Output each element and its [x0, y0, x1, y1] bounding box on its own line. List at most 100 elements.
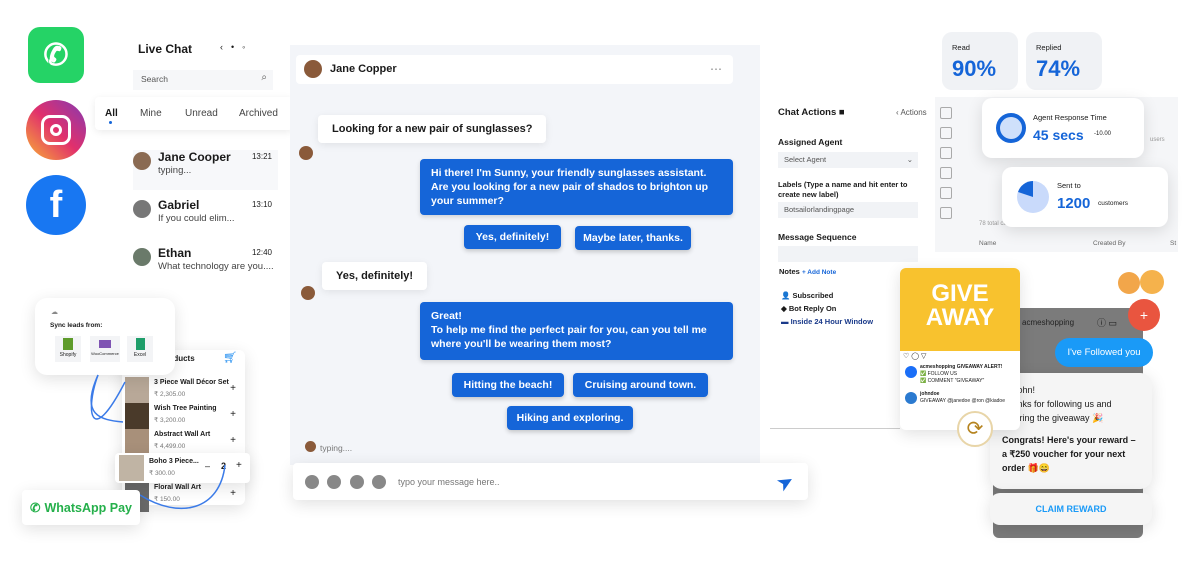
ig-header-icons: ⓘ ▭ [1097, 318, 1118, 328]
agent-select[interactable]: Select Agent ⌄ [778, 152, 918, 168]
divider [770, 428, 900, 429]
sidebar-icon [940, 207, 952, 219]
response-time-card: Agent Response Time 45 secs -10.00 [982, 98, 1144, 158]
preview: typing... [158, 165, 192, 176]
avatar [133, 200, 151, 218]
tab-unread[interactable]: Unread [185, 108, 218, 119]
sequence-input[interactable] [778, 246, 918, 262]
follow-icon [1140, 270, 1164, 294]
facebook-icon: f [26, 175, 86, 235]
search-icon[interactable]: ⌕ [261, 72, 267, 83]
follow-icon: + [1128, 299, 1160, 331]
instagram-icon [26, 100, 86, 160]
shopify-icon: Shopify [55, 336, 81, 362]
actions-back-button[interactable]: ‹ Actions [896, 108, 927, 117]
labels-label: Labels (Type a name and hit enter to cre… [778, 180, 908, 199]
live-chat-title: Live Chat [138, 42, 193, 56]
message-composer [293, 463, 808, 500]
list-item[interactable]: Ethan 12:40 What technology are you.... [133, 246, 278, 286]
list-item[interactable]: Gabriel 13:10 If you could elim... [133, 198, 278, 238]
avatar [133, 248, 151, 266]
avatar [133, 152, 151, 170]
dashboard-text: St [1170, 240, 1177, 247]
tab-all[interactable]: All [105, 108, 118, 119]
add-note-link[interactable]: + Add Note [802, 269, 836, 276]
excel-icon: Excel [127, 336, 153, 362]
user-message: Yes, definitely! [322, 262, 428, 290]
whatsapp-pay-badge: ✆ WhatsApp Pay [22, 490, 140, 525]
claim-reward-button[interactable]: CLAIM REWARD [990, 493, 1152, 525]
search-placeholder: Search [141, 74, 168, 84]
dashboard-text: Created By [1093, 240, 1126, 247]
sidebar-icon [940, 187, 952, 199]
user-message: Looking for a new pair of sunglasses? [318, 115, 547, 143]
avatar [305, 441, 316, 452]
woocommerce-icon: WooCommerce [90, 336, 120, 362]
pie-icon [1017, 181, 1049, 213]
follow-icon [1118, 272, 1140, 294]
timestamp: 13:10 [251, 200, 272, 209]
quick-reply-button[interactable]: Hiking and exploring. [507, 406, 633, 430]
chevron-down-icon: ⌄ [906, 155, 913, 164]
giveaway-post: GIVE AWAY ♡ ◯ ▽ acmeshopping GIVEAWAY ALE… [900, 268, 1020, 430]
contact-name: Jane Cooper [158, 150, 231, 164]
whatsapp-icon: ✆ [28, 27, 84, 83]
alarm-clock-icon [996, 113, 1026, 143]
notes-label: Notes + Add Note [779, 267, 837, 276]
chat-area [290, 45, 760, 465]
cart-icon[interactable]: 🛒︎ [223, 351, 237, 364]
timestamp: 12:40 [251, 248, 272, 257]
avatar [299, 146, 313, 160]
label-input[interactable]: Botsailorlandingpage [778, 202, 918, 218]
contact-name: Ethan [158, 246, 192, 260]
bot-message: Hi there! I'm Sunny, your friendly sungl… [420, 159, 733, 215]
sync-card: ☁ Sync leads from: Shopify WooCommerce E… [35, 298, 175, 375]
list-item[interactable]: Jane Cooper 13:21 typing... [133, 150, 278, 190]
preview: If you could elim... [158, 213, 235, 224]
status-subscribed: 👤 Subscribed [781, 291, 834, 300]
more-icon[interactable]: ⋯ [710, 62, 722, 76]
sent-to-card: Sent to 1200 customers [1002, 167, 1168, 227]
attachment-icon[interactable] [327, 475, 341, 489]
preview: What technology are you.... [158, 261, 274, 272]
whatsapp-icon: ✆ [30, 501, 41, 515]
typing-indicator: typing.... [320, 443, 353, 453]
chat-actions-title: Chat Actions ■ [778, 107, 845, 118]
quick-reply-button[interactable]: Cruising around town. [573, 373, 708, 397]
chat-contact-name: Jane Copper [330, 63, 397, 75]
live-chat-controls[interactable]: ‹•◦ [220, 42, 253, 52]
status-bot-reply: ◆ Bot Reply On [781, 304, 837, 313]
contact-name: Gabriel [158, 198, 200, 212]
dashboard-text: Name [979, 240, 997, 247]
read-stat-card: Read 90% [942, 32, 1018, 90]
giveaway-image: GIVE AWAY [900, 268, 1020, 351]
tab-archived[interactable]: Archived [239, 108, 278, 119]
sidebar-icon [940, 167, 952, 179]
quick-reply-button[interactable]: Maybe later, thanks. [575, 226, 691, 250]
avatar [301, 286, 315, 300]
timestamp: 13:21 [251, 152, 272, 161]
link-icon[interactable] [350, 475, 364, 489]
post-actions-icons: ♡ ◯ ▽ [903, 353, 927, 360]
search-input[interactable]: Search ⌕ [133, 70, 273, 90]
sidebar-icon [940, 107, 952, 119]
sidebar-icon [940, 127, 952, 139]
status-window: ▬ Inside 24 Hour Window [781, 317, 874, 326]
ig-account-name: acmeshopping [1022, 318, 1075, 327]
tab-mine[interactable]: Mine [140, 108, 162, 119]
emoji-icon[interactable] [305, 475, 319, 489]
sidebar-icon [940, 147, 952, 159]
bot-message: Great! To help me find the perfect pair … [420, 302, 733, 360]
automation-icon: ⟳ [957, 411, 993, 447]
assigned-agent-label: Assigned Agent [778, 137, 843, 147]
quick-reply-button[interactable]: Hitting the beach! [452, 373, 564, 397]
tab-active-dot [109, 121, 112, 124]
followed-bubble: I've Followed you [1055, 338, 1153, 367]
replied-stat-card: Replied 74% [1026, 32, 1102, 90]
dashboard-text: users [1150, 137, 1165, 143]
message-input[interactable]: typo your message here.. [398, 477, 500, 487]
video-icon: ■ [838, 107, 845, 118]
quick-reply-button[interactable]: Yes, definitely! [464, 225, 561, 249]
microphone-icon[interactable] [372, 475, 386, 489]
sequence-label: Message Sequence [778, 232, 857, 242]
